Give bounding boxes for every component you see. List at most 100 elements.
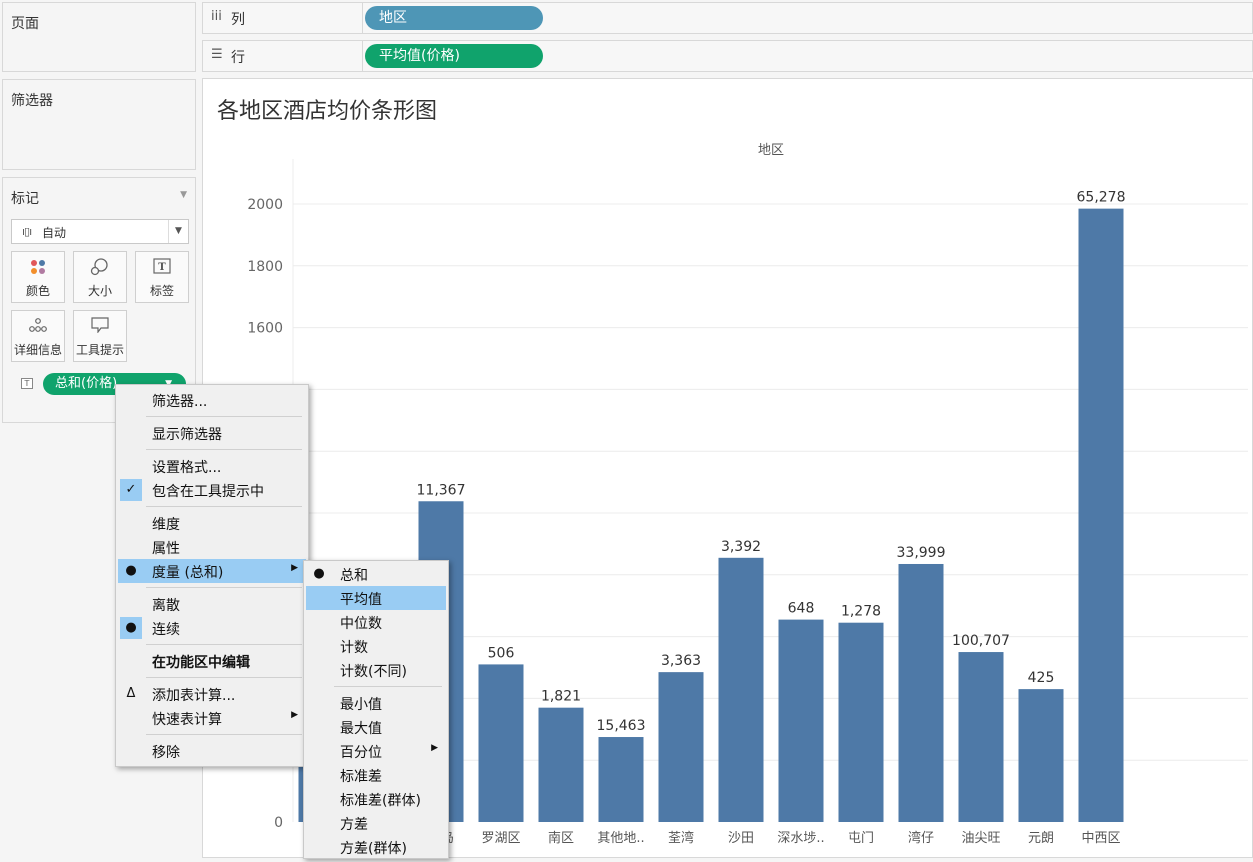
submenu-item-label: 标准差 <box>340 769 382 785</box>
text-label-icon: T <box>136 258 188 282</box>
menu-item-dimension[interactable]: 维度 <box>118 511 306 535</box>
submenu-item-median[interactable]: 中位数 <box>306 610 446 634</box>
submenu-item-count[interactable]: 计数 <box>306 634 446 658</box>
checkmark-icon: ✓ <box>120 479 142 501</box>
rows-shelf[interactable]: ☰ 行 平均值(价格) <box>202 40 1253 72</box>
menu-separator <box>146 506 302 507</box>
size-button[interactable]: 大小 <box>73 251 127 303</box>
bar <box>658 672 704 822</box>
menu-item-filter[interactable]: 筛选器... <box>118 388 306 412</box>
x-tick-label: 中西区 <box>1081 831 1120 846</box>
submenu-item-label: 总和 <box>340 568 368 584</box>
data-label: 648 <box>788 601 815 617</box>
bar <box>898 563 944 822</box>
submenu-item-label: 标准差(群体) <box>340 793 421 809</box>
menu-item-continuous[interactable]: ● 连续 <box>118 616 306 640</box>
menu-item-label: 离散 <box>152 598 180 614</box>
tooltip-icon <box>74 317 126 341</box>
filters-card[interactable]: 筛选器 <box>2 79 196 170</box>
x-tick-label: 罗湖区 <box>481 831 520 846</box>
menu-item-label: 筛选器... <box>152 394 208 410</box>
x-tick-label: 屯门 <box>848 831 874 846</box>
y-tick-label: 1600 <box>247 321 283 337</box>
data-label: 100,707 <box>952 633 1010 649</box>
delta-icon: Δ <box>126 686 136 701</box>
menu-item-remove[interactable]: 移除 <box>118 739 306 763</box>
pages-card: 页面 <box>2 2 196 72</box>
menu-separator <box>146 449 302 450</box>
submenu-item-varp[interactable]: 方差(群体) <box>306 835 446 859</box>
size-icon <box>74 258 126 282</box>
tooltip-button-label: 工具提示 <box>75 343 124 357</box>
detail-button[interactable]: 详细信息 <box>11 310 65 362</box>
columns-shelf-label-area: iii 列 <box>203 3 363 33</box>
submenu-item-count-distinct[interactable]: 计数(不同) <box>306 658 446 682</box>
bar <box>1078 208 1124 822</box>
x-tick-label: 深水埗.. <box>777 831 824 846</box>
bar <box>958 652 1004 822</box>
menu-item-show-filter[interactable]: 显示筛选器 <box>118 421 306 445</box>
detail-icon <box>12 317 64 341</box>
data-label: 3,392 <box>721 539 761 555</box>
label-button[interactable]: T 标签 <box>135 251 189 303</box>
bar <box>838 622 884 822</box>
filters-card-title: 筛选器 <box>11 93 53 109</box>
bar <box>1018 689 1064 822</box>
avg-price-pill[interactable]: 平均值(价格) <box>365 44 543 68</box>
menu-item-label: 添加表计算... <box>152 688 236 704</box>
x-axis-title: 地区 <box>758 143 784 158</box>
menu-item-label: 显示筛选器 <box>152 427 222 443</box>
submenu-item-stdevp[interactable]: 标准差(群体) <box>306 787 446 811</box>
menu-item-label: 度量 (总和) <box>152 565 224 581</box>
data-label: 3,363 <box>661 653 701 669</box>
menu-item-add-table-calc[interactable]: Δ 添加表计算... <box>118 682 306 706</box>
submenu-item-average[interactable]: 平均值 <box>306 586 446 610</box>
menu-separator <box>146 734 302 735</box>
submenu-item-max[interactable]: 最大值 <box>306 715 446 739</box>
menu-item-label: 属性 <box>152 541 180 557</box>
bar <box>538 707 584 822</box>
menu-item-measure-sum[interactable]: ● 度量 (总和) ▶ <box>118 559 306 583</box>
menu-item-format[interactable]: 设置格式... <box>118 454 306 478</box>
submenu-item-stdev[interactable]: 标准差 <box>306 763 446 787</box>
menu-item-edit-in-shelf[interactable]: 在功能区中编辑 <box>118 649 306 673</box>
radio-dot-icon: ● <box>120 617 142 639</box>
sum-price-pill-label: 总和(价格) <box>55 376 118 391</box>
x-tick-label: 其他地.. <box>597 831 644 846</box>
svg-text:T: T <box>158 262 166 273</box>
submenu-item-label: 计数 <box>340 640 368 656</box>
submenu-item-var[interactable]: 方差 <box>306 811 446 835</box>
data-label: 65,278 <box>1077 190 1126 206</box>
rows-shelf-label-area: ☰ 行 <box>203 41 363 71</box>
mark-type-dropdown[interactable]: ı▯ı 自动 ▼ <box>11 219 189 244</box>
columns-shelf[interactable]: iii 列 地区 <box>202 2 1253 34</box>
color-button-label: 颜色 <box>25 284 50 298</box>
y-tick-label: 0 <box>274 815 283 831</box>
mark-type-value: 自动 <box>42 226 67 240</box>
color-button[interactable]: 颜色 <box>11 251 65 303</box>
tooltip-button[interactable]: 工具提示 <box>73 310 127 362</box>
menu-item-include-in-tooltip[interactable]: ✓ 包含在工具提示中 <box>118 478 306 502</box>
chevron-down-icon[interactable]: ▼ <box>168 220 188 243</box>
menu-item-label: 移除 <box>152 745 180 761</box>
region-pill[interactable]: 地区 <box>365 6 543 30</box>
y-tick-label: 2000 <box>247 197 283 213</box>
bar <box>478 664 524 822</box>
menu-item-label: 连续 <box>152 622 180 638</box>
submenu-item-percentile[interactable]: 百分位 ▶ <box>306 739 446 763</box>
menu-separator <box>146 587 302 588</box>
detail-button-label: 详细信息 <box>13 343 62 357</box>
menu-item-quick-table-calc[interactable]: 快速表计算 ▶ <box>118 706 306 730</box>
radio-dot-icon: ● <box>125 563 137 578</box>
marks-card-menu-icon[interactable]: ▼ <box>180 190 187 200</box>
size-button-label: 大小 <box>87 284 112 298</box>
data-label: 33,999 <box>897 545 946 561</box>
radio-dot-icon: ● <box>313 566 325 581</box>
submenu-item-sum[interactable]: ● 总和 <box>306 562 446 586</box>
menu-item-label: 包含在工具提示中 <box>152 484 264 500</box>
data-label: 11,367 <box>417 482 466 498</box>
submenu-item-min[interactable]: 最小值 <box>306 691 446 715</box>
menu-item-attribute[interactable]: 属性 <box>118 535 306 559</box>
pages-card-title: 页面 <box>11 16 39 32</box>
menu-item-discrete[interactable]: 离散 <box>118 592 306 616</box>
